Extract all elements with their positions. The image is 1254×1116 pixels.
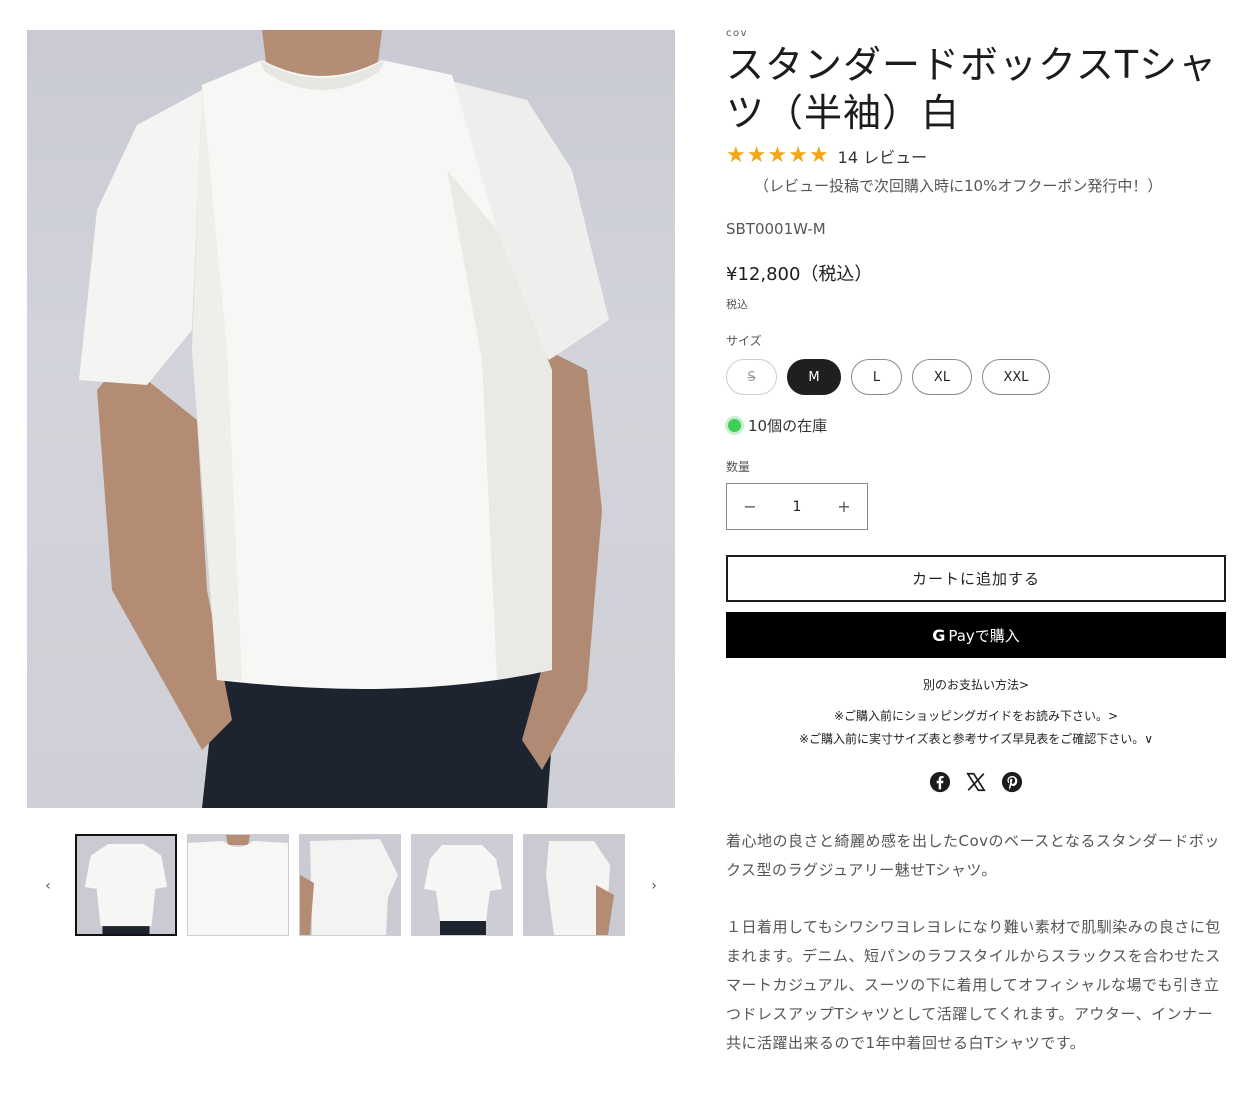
facebook-icon[interactable] bbox=[929, 771, 951, 793]
quantity-increase-button[interactable]: + bbox=[821, 497, 867, 516]
size-option-m[interactable]: M bbox=[787, 359, 841, 395]
product-sku: SBT0001W-M bbox=[726, 220, 826, 238]
size-option-s[interactable]: S bbox=[726, 359, 777, 395]
tax-note: 税込 bbox=[726, 298, 748, 311]
gallery-prev-arrow[interactable]: ‹ bbox=[38, 876, 58, 896]
quantity-label: 数量 bbox=[726, 460, 751, 474]
quantity-input[interactable] bbox=[774, 498, 820, 515]
size-option-l[interactable]: L bbox=[851, 359, 902, 395]
thumbnail-1[interactable] bbox=[75, 834, 177, 936]
coupon-note: （レビュー投稿で次回購入時に10%オフクーポン発行中！） bbox=[754, 177, 1163, 195]
product-info: cov スタンダードボックスTシャツ（半袖）白 ★ ★ ★ ★ ★ 14 レビュ… bbox=[726, 28, 1226, 1058]
quantity-stepper: − + bbox=[726, 483, 868, 530]
add-to-cart-button[interactable]: カートに追加する bbox=[726, 555, 1226, 602]
description-paragraph: １日着用してもシワシワヨレヨレになり難い素材で肌馴染みの良さに包まれます。デニム… bbox=[726, 918, 1221, 1052]
star-icon: ★ bbox=[746, 143, 767, 168]
thumbnail-4[interactable] bbox=[411, 834, 513, 936]
google-g-icon: G bbox=[932, 625, 946, 645]
product-description: 着心地の良さと綺麗め感を出したCovのベースとなるスタンダードボックス型のラグジ… bbox=[726, 827, 1226, 1058]
rating-row[interactable]: ★ ★ ★ ★ ★ 14 レビュー bbox=[726, 143, 1226, 169]
size-option-xl[interactable]: XL bbox=[912, 359, 972, 395]
thumbnail-5[interactable] bbox=[523, 834, 625, 936]
more-payment-options-link[interactable]: 別のお支払い方法> bbox=[726, 676, 1226, 693]
vendor-name: cov bbox=[726, 28, 749, 39]
size-chart-toggle[interactable]: ※ご購入前に実寸サイズ表と参考サイズ早見表をご確認下さい。∨ bbox=[726, 730, 1226, 747]
star-icon: ★ bbox=[788, 143, 808, 168]
review-count[interactable]: 14 レビュー bbox=[838, 144, 927, 168]
gallery-next-arrow[interactable]: › bbox=[644, 876, 664, 896]
thumbnail-3[interactable] bbox=[299, 834, 401, 936]
x-icon[interactable] bbox=[965, 771, 987, 793]
stock-status: 10個の在庫 bbox=[726, 415, 1226, 436]
product-title: スタンダードボックスTシャツ（半袖）白 bbox=[726, 43, 1218, 135]
thumbnail-2[interactable] bbox=[187, 834, 289, 936]
quantity-decrease-button[interactable]: − bbox=[727, 497, 773, 516]
size-selector: S M L XL XXL bbox=[726, 359, 1226, 395]
product-main-image[interactable] bbox=[27, 30, 675, 808]
pinterest-icon[interactable] bbox=[1001, 771, 1023, 793]
description-paragraph: 着心地の良さと綺麗め感を出したCovのベースとなるスタンダードボックス型のラグジ… bbox=[726, 832, 1220, 879]
size-option-xxl[interactable]: XXL bbox=[982, 359, 1050, 395]
star-icon: ★ bbox=[808, 143, 829, 168]
star-icon: ★ bbox=[726, 143, 746, 168]
google-pay-button[interactable]: G Payで購入 bbox=[726, 612, 1226, 658]
thumbnail-strip bbox=[75, 834, 625, 936]
shopping-guide-link[interactable]: ※ご購入前にショッピングガイドをお読み下さい。> bbox=[726, 707, 1226, 724]
in-stock-dot-icon bbox=[728, 419, 741, 432]
star-icon: ★ bbox=[767, 143, 788, 168]
stock-text: 10個の在庫 bbox=[748, 417, 828, 435]
product-price: ¥12,800（税込） bbox=[726, 264, 873, 285]
size-label: サイズ bbox=[726, 334, 762, 348]
share-buttons bbox=[726, 771, 1226, 793]
google-pay-label: Payで購入 bbox=[948, 626, 1020, 645]
tshirt-photo bbox=[79, 30, 609, 808]
